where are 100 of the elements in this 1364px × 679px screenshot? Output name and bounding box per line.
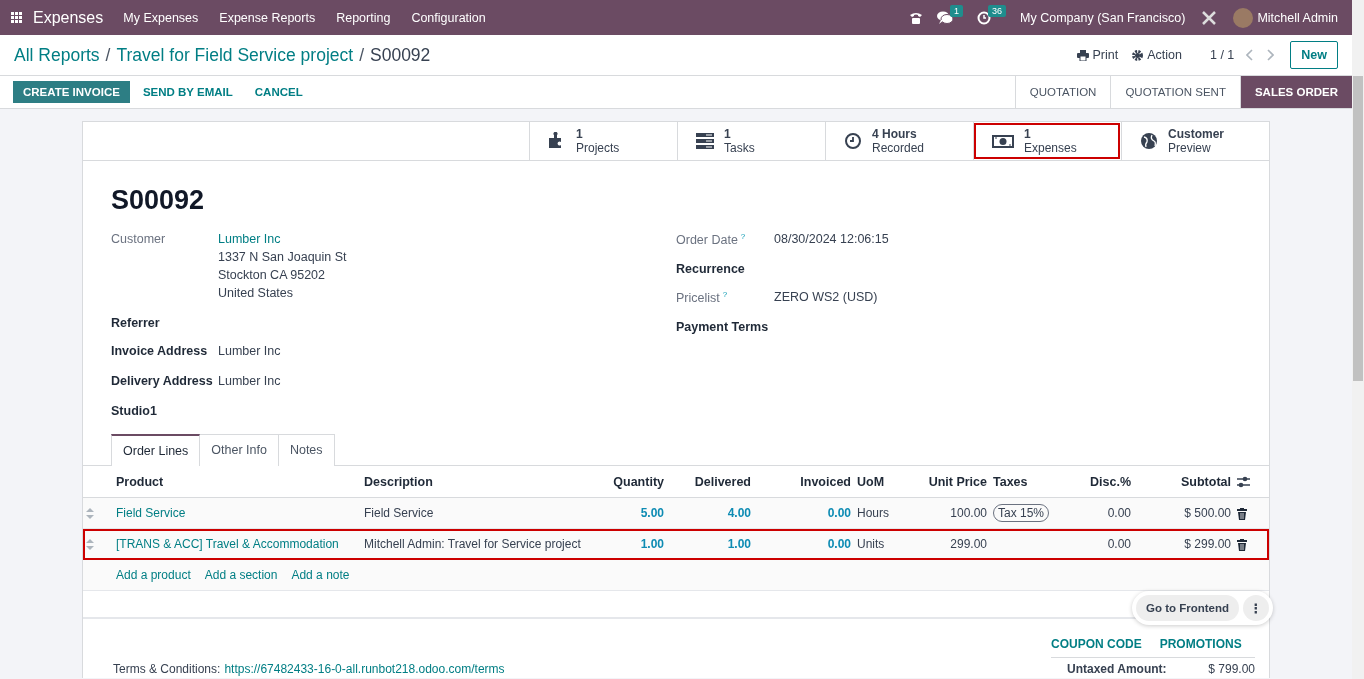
globe-icon <box>1140 132 1158 150</box>
add-line-link[interactable]: Add a note <box>291 568 350 582</box>
print-button[interactable]: Print <box>1076 48 1119 62</box>
column-header[interactable]: Disc.% <box>1090 474 1131 489</box>
field-label: Recurrence <box>676 262 745 276</box>
create-invoice-button[interactable]: CREATE INVOICE <box>13 81 130 103</box>
status-stage[interactable]: QUOTATION SENT <box>1111 76 1241 108</box>
field-label: Studio1 <box>111 404 157 418</box>
table-cell[interactable]: Field Service <box>116 506 186 520</box>
table-cell: 0.00 <box>1107 506 1131 520</box>
menu-item[interactable]: Reporting <box>336 10 391 25</box>
table-cell: 299.00 <box>950 537 987 551</box>
terms-link[interactable]: https://67482433-16-0-all.runbot218.odoo.com/terms <box>224 662 505 676</box>
tab[interactable]: Order Lines <box>111 434 201 466</box>
status-stage[interactable]: SALES ORDER <box>1240 76 1352 108</box>
go-to-frontend-button[interactable]: Go to Frontend <box>1136 595 1240 621</box>
smart-button[interactable]: 1 Projects <box>529 122 677 160</box>
apps-menu-icon <box>11 12 22 23</box>
total-value: $ 799.00 <box>1208 662 1255 676</box>
breadcrumb-link[interactable]: Travel for Field Service project <box>116 44 354 66</box>
field-value: ZERO WS2 (USD) <box>774 289 879 306</box>
column-header[interactable]: UoM <box>857 474 885 489</box>
more-options-button[interactable]: ⋮ <box>1243 595 1270 621</box>
banknote-icon <box>992 132 1014 150</box>
footer-link[interactable]: COUPON CODE <box>1051 637 1142 651</box>
user-avatar <box>1233 7 1254 28</box>
column-header[interactable]: Delivered <box>694 474 751 489</box>
order-line-row[interactable]: Field Service Field Service 5.00 4.00 0.00 Hours 100.00 Tax 15% 0.00 $ 500.00 <box>83 497 1269 529</box>
status-stage[interactable]: QUOTATION <box>1015 76 1112 108</box>
table-cell: 0.00 <box>1107 537 1131 551</box>
smart-button[interactable]: 1 Tasks <box>677 122 825 160</box>
column-header[interactable]: Subtotal <box>1181 474 1231 489</box>
help-tooltip-mark[interactable]: ? <box>722 290 728 299</box>
menu-item[interactable]: My Expenses <box>123 10 199 25</box>
column-header[interactable]: Invoiced <box>800 474 851 489</box>
order-line-row[interactable]: [TRANS & ACC] Travel & Accommodation Mitchell Admin: Travel for Service project 1.00 1.00 0.00 Units 299.00 0.00 $ 299.00 <box>83 528 1269 560</box>
trash-icon <box>1237 538 1247 551</box>
table-cell: $ 500.00 <box>1184 506 1231 520</box>
tab[interactable]: Notes <box>278 434 335 466</box>
breadcrumb-separator: / <box>359 44 364 66</box>
tab[interactable]: Other Info <box>200 434 279 466</box>
table-cell: 4.00 <box>727 506 751 520</box>
field-label: Customer <box>111 232 166 246</box>
company-switcher[interactable]: My Company (San Francisco) <box>1020 10 1186 25</box>
phone-icon <box>909 10 924 25</box>
field-label: Delivery Address <box>111 374 213 388</box>
smart-button[interactable]: Customer Preview <box>1121 122 1269 160</box>
table-cell: $ 299.00 <box>1184 537 1231 551</box>
drag-handle-icon <box>86 508 94 520</box>
breadcrumb-current: S00092 <box>370 44 431 66</box>
table-cell: 1.00 <box>727 537 751 551</box>
column-settings-icon <box>1237 476 1250 489</box>
address-line: 1337 N San Joaquin St <box>218 249 348 266</box>
table-cell: 0.00 <box>827 506 851 520</box>
field-value: Lumber Inc <box>218 343 282 360</box>
scrollbar-thumb[interactable] <box>1353 76 1363 381</box>
menu-item[interactable]: Configuration <box>411 10 486 25</box>
column-header[interactable]: Description <box>364 474 433 489</box>
add-line-link[interactable]: Add a product <box>116 568 191 582</box>
chevron-right-icon <box>1266 49 1275 61</box>
add-line-link[interactable]: Add a section <box>204 568 278 582</box>
field-value: 08/30/2024 12:06:15 <box>774 231 890 248</box>
record-title: S00092 <box>111 185 206 216</box>
field-label: Pricelist <box>676 291 720 306</box>
smart-button[interactable]: 4 Hours Recorded <box>825 122 973 160</box>
activity-count-badge: 36 <box>988 4 1007 17</box>
help-tooltip-mark[interactable]: ? <box>740 232 746 241</box>
trash-icon <box>1237 507 1247 520</box>
table-cell: 1.00 <box>640 537 664 551</box>
chevron-left-icon <box>1246 49 1255 61</box>
vertical-scrollbar[interactable] <box>1352 0 1364 679</box>
menu-item[interactable]: Expense Reports <box>219 10 316 25</box>
address-line: United States <box>218 285 295 302</box>
table-cell: 100.00 <box>950 506 987 520</box>
new-button[interactable]: New <box>1290 41 1338 69</box>
user-name[interactable]: Mitchell Admin <box>1257 10 1338 25</box>
footer-link[interactable]: PROMOTIONS <box>1159 637 1242 651</box>
customer-link[interactable]: Lumber Inc <box>218 230 676 248</box>
gear-icon <box>1132 49 1144 61</box>
action-button[interactable]: CANCEL <box>245 81 312 103</box>
breadcrumb-separator: / <box>105 44 111 66</box>
smart-button[interactable]: 1 Expenses <box>973 122 1121 160</box>
message-count-badge: 1 <box>950 4 964 17</box>
drag-handle-icon <box>86 539 94 551</box>
app-name[interactable]: Expenses <box>33 8 104 27</box>
column-header[interactable]: Quantity <box>613 474 664 489</box>
column-header[interactable]: Taxes <box>993 474 1028 489</box>
table-cell: Units <box>857 537 885 551</box>
pager-value: 1 / 1 <box>1209 48 1235 62</box>
action-button[interactable]: Action <box>1132 48 1182 62</box>
action-button[interactable]: SEND BY EMAIL <box>133 81 242 103</box>
list-icon <box>696 132 714 150</box>
breadcrumb-link[interactable]: All Reports <box>14 44 100 66</box>
column-header[interactable]: Unit Price <box>928 474 987 489</box>
table-cell: Hours <box>857 506 889 520</box>
table-cell: 0.00 <box>827 537 851 551</box>
field-label: Invoice Address <box>111 344 208 358</box>
address-line: Stockton CA 95202 <box>218 267 327 284</box>
column-header[interactable]: Product <box>116 474 164 489</box>
field-label: Order Date <box>676 233 738 248</box>
